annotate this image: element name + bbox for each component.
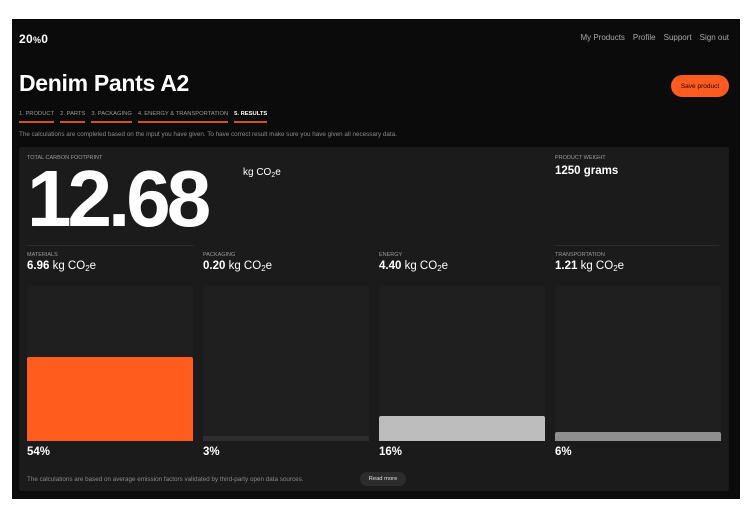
- transportation-bar: [555, 431, 721, 441]
- energy-bar-track: [379, 285, 545, 441]
- brand-logo[interactable]: 20%0: [19, 32, 48, 46]
- divider: [555, 245, 719, 246]
- nav-sign-out[interactable]: Sign out: [700, 33, 729, 42]
- transportation-value: 1.21 kg CO2e: [555, 260, 625, 273]
- nav-profile[interactable]: Profile: [633, 33, 656, 42]
- packaging-bar: [203, 436, 369, 441]
- packaging-label: PACKAGING: [203, 252, 236, 258]
- product-weight-value: 1250 grams: [555, 165, 619, 177]
- step-energy-transportation[interactable]: 4. ENERGY & TRANSPORTATION: [137, 111, 229, 123]
- energy-column: ENERGY 4.40 kg CO2e 16%: [379, 249, 545, 467]
- materials-label: MATERIALS: [27, 252, 58, 258]
- total-footprint-value: 12.68: [27, 154, 211, 243]
- step-tabs: 1. PRODUCT 2. PARTS 3. PACKAGING 4. ENER…: [19, 111, 268, 123]
- results-panel: TOTAL CARBON FOOTPRINT 12.68 kg CO2e PRO…: [19, 147, 729, 491]
- materials-bar-track: [27, 285, 193, 441]
- calculation-notice: The calculations are completed based on …: [19, 131, 397, 138]
- top-bar: 20%0 My Products Profile Support Sign ou…: [12, 19, 740, 57]
- transportation-column: TRANSPORTATION 1.21 kg CO2e 6%: [555, 249, 721, 467]
- transportation-bar-track: [555, 285, 721, 441]
- top-nav: My Products Profile Support Sign out: [580, 33, 729, 42]
- step-results[interactable]: 5. RESULTS: [234, 111, 268, 123]
- product-weight-label: PRODUCT WEIGHT: [555, 155, 606, 161]
- energy-percent: 16%: [379, 446, 403, 458]
- packaging-column: PACKAGING 0.20 kg CO2e 3%: [203, 249, 369, 467]
- divider: [27, 245, 194, 246]
- transportation-percent: 6%: [555, 446, 572, 458]
- packaging-bar-track: [203, 285, 369, 441]
- save-product-button[interactable]: Save product: [671, 75, 729, 97]
- transportation-label: TRANSPORTATION: [555, 252, 605, 258]
- page-title: Denim Pants A2: [19, 70, 190, 96]
- step-parts[interactable]: 2. PARTS: [60, 111, 86, 123]
- emission-factors-note: The calculations are based on average em…: [27, 476, 304, 483]
- packaging-value: 0.20 kg CO2e: [203, 260, 273, 273]
- materials-bar: [27, 356, 193, 441]
- packaging-percent: 3%: [203, 446, 220, 458]
- read-more-button[interactable]: Read more: [360, 472, 406, 486]
- step-product[interactable]: 1. PRODUCT: [19, 111, 55, 123]
- nav-my-products[interactable]: My Products: [580, 33, 624, 42]
- energy-label: ENERGY: [379, 252, 403, 258]
- total-footprint-unit: kg CO2e: [243, 167, 281, 179]
- app-window: 20%0 My Products Profile Support Sign ou…: [12, 19, 740, 499]
- step-packaging[interactable]: 3. PACKAGING: [91, 111, 132, 123]
- materials-value: 6.96 kg CO2e: [27, 260, 97, 273]
- energy-value: 4.40 kg CO2e: [379, 260, 449, 273]
- materials-percent: 54%: [27, 446, 51, 458]
- nav-support[interactable]: Support: [664, 33, 692, 42]
- materials-column: MATERIALS 6.96 kg CO2e 54%: [27, 249, 193, 467]
- energy-bar: [379, 416, 545, 441]
